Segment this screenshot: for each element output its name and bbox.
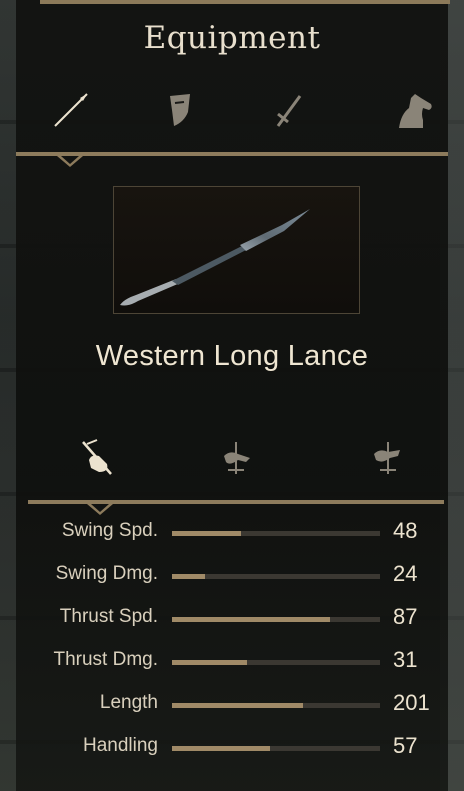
tab-horse[interactable] <box>393 88 437 132</box>
stat-bar <box>172 703 380 708</box>
stat-bar-fill <box>172 617 331 622</box>
stat-row-swing-damage: Swing Dmg. 24 <box>0 561 464 591</box>
stat-row-thrust-damage: Thrust Dmg. 31 <box>0 647 464 677</box>
stat-bar-fill <box>172 531 241 536</box>
mounted-thrust-icon <box>374 442 400 474</box>
stat-bar-fill <box>172 746 270 751</box>
tab-lance[interactable] <box>49 88 93 132</box>
lance-image <box>120 209 310 306</box>
stat-bar <box>172 574 380 579</box>
stat-label: Thrust Spd. <box>59 606 158 627</box>
sword-icon <box>276 95 302 127</box>
tab-sword[interactable] <box>266 88 310 132</box>
stat-bar <box>172 617 380 622</box>
horse-icon <box>399 94 432 128</box>
tab-shield[interactable] <box>158 88 202 132</box>
selected-usage-caret-inner <box>91 504 109 512</box>
stat-row-swing-speed: Swing Spd. 48 <box>0 518 464 548</box>
stat-bar <box>172 746 380 751</box>
stat-label: Swing Spd. <box>61 520 158 541</box>
stat-bar <box>172 660 380 665</box>
shield-icon <box>170 94 190 126</box>
lance-icon <box>54 93 88 127</box>
stat-value: 48 <box>393 518 418 543</box>
stat-label: Swing Dmg. <box>55 563 158 584</box>
stat-row-length: Length 201 <box>0 690 464 720</box>
stat-bar-fill <box>172 703 304 708</box>
tab-usage-3[interactable] <box>366 436 410 480</box>
stat-label: Length <box>99 692 158 713</box>
stat-value: 57 <box>393 733 418 758</box>
one-handed-lance-icon <box>82 439 112 475</box>
usage-tabs <box>0 436 464 480</box>
couch-lance-icon <box>224 442 250 474</box>
stat-value: 201 <box>393 690 430 715</box>
stat-value: 31 <box>393 647 418 672</box>
panel-title: Equipment <box>143 20 321 56</box>
stat-row-thrust-speed: Thrust Spd. 87 <box>0 604 464 634</box>
stat-bar-fill <box>172 574 206 579</box>
stat-label: Thrust Dmg. <box>53 649 158 670</box>
stat-bar-fill <box>172 660 247 665</box>
top-border <box>40 0 450 4</box>
selected-tab-caret-inner <box>61 156 79 164</box>
stat-row-handling: Handling 57 <box>0 733 464 763</box>
stat-bar <box>172 531 380 536</box>
stat-value: 87 <box>393 604 418 629</box>
stat-value: 24 <box>393 561 418 586</box>
item-preview <box>113 186 360 314</box>
item-name: Western Long Lance <box>95 340 369 372</box>
equipment-tabs <box>0 88 464 132</box>
stat-label: Handling <box>83 735 158 756</box>
tab-usage-2[interactable] <box>214 436 258 480</box>
tab-usage-1[interactable] <box>75 436 119 480</box>
